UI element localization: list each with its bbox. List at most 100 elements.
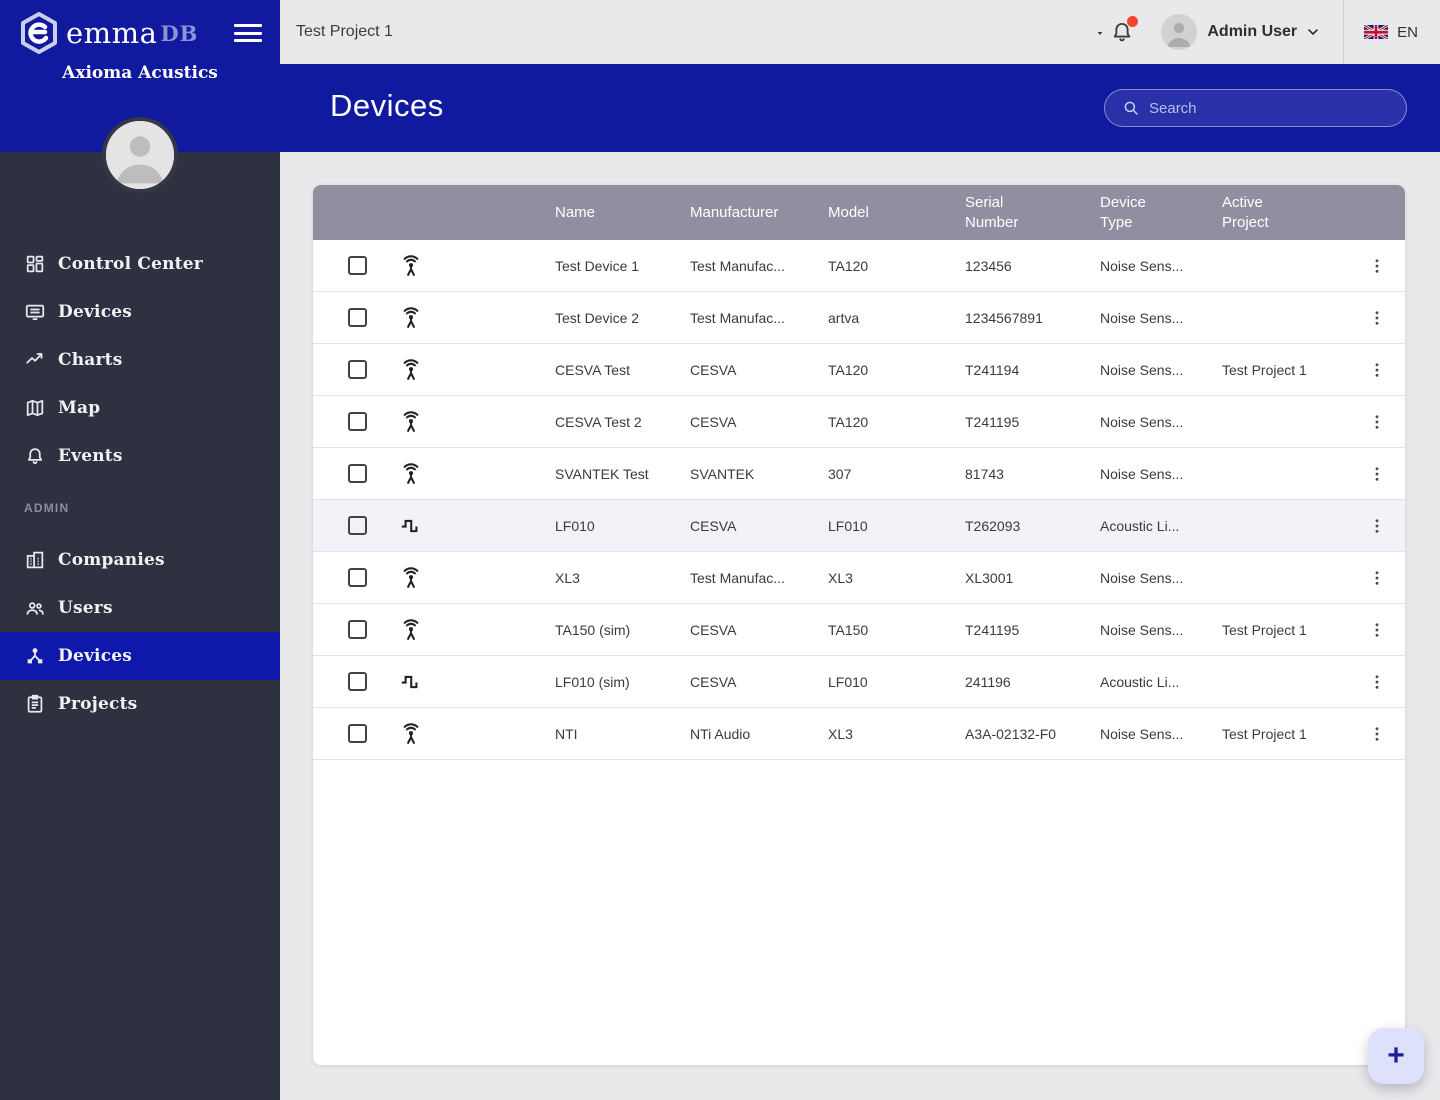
menu-hamburger-icon[interactable] bbox=[234, 22, 262, 44]
project-select[interactable]: Test Project 1 bbox=[280, 0, 1120, 64]
row-checkbox[interactable] bbox=[348, 464, 367, 483]
cell-serial-number: T262093 bbox=[965, 517, 1021, 534]
topbar: Test Project 1 Admin User EN bbox=[280, 0, 1440, 64]
row-checkbox[interactable] bbox=[348, 724, 367, 743]
kebab-icon bbox=[1375, 570, 1379, 585]
row-checkbox[interactable] bbox=[348, 308, 367, 327]
cell-serial-number: T241195 bbox=[965, 621, 1020, 638]
cell-model: TA120 bbox=[828, 361, 869, 378]
cell-model: LF010 bbox=[828, 673, 868, 690]
cell-serial-number: XL3001 bbox=[965, 569, 1014, 586]
kebab-icon bbox=[1375, 466, 1379, 481]
table-row[interactable]: SVANTEK Test SVANTEK 307 81743 Noise Sen… bbox=[313, 448, 1405, 500]
table-row[interactable]: TA150 (sim) CESVA TA150 T241195 Noise Se… bbox=[313, 604, 1405, 656]
kebab-icon bbox=[1375, 674, 1379, 689]
row-checkbox[interactable] bbox=[348, 516, 367, 535]
sidebar-item-companies[interactable]: Companies bbox=[0, 536, 280, 584]
notifications-button[interactable] bbox=[1109, 16, 1139, 45]
cell-device-type: Noise Sens... bbox=[1100, 725, 1184, 742]
cell-device-name: XL3 bbox=[555, 569, 580, 586]
cell-device-name: LF010 (sim) bbox=[555, 673, 630, 690]
cell-device-type: Noise Sens... bbox=[1100, 413, 1184, 430]
sidebar-avatar[interactable] bbox=[102, 117, 178, 193]
noise-sensor-icon bbox=[398, 461, 424, 487]
devices-table: Name Manufacturer Model Serial Number De… bbox=[313, 185, 1405, 1065]
sidebar-item-admin-devices[interactable]: Devices bbox=[0, 632, 280, 680]
row-menu-button[interactable] bbox=[1349, 465, 1405, 483]
caret-down-icon bbox=[1094, 26, 1106, 38]
cell-serial-number: T241195 bbox=[965, 413, 1020, 430]
sidebar-item-events[interactable]: Events bbox=[0, 432, 280, 480]
noise-sensor-icon bbox=[398, 253, 424, 279]
kebab-icon bbox=[1375, 622, 1379, 637]
cell-active-project: Test Project 1 bbox=[1222, 621, 1307, 638]
table-row[interactable]: CESVA Test CESVA TA120 T241194 Noise Sen… bbox=[313, 344, 1405, 396]
row-menu-button[interactable] bbox=[1349, 569, 1405, 587]
table-header-row: Name Manufacturer Model Serial Number De… bbox=[313, 185, 1405, 240]
sidebar-item-projects[interactable]: Projects bbox=[0, 680, 280, 728]
table-row[interactable]: LF010 (sim) CESVA LF010 241196 Acoustic … bbox=[313, 656, 1405, 708]
table-row[interactable]: LF010 CESVA LF010 T262093 Acoustic Li... bbox=[313, 500, 1405, 552]
cell-device-type: Noise Sens... bbox=[1100, 465, 1184, 482]
cell-serial-number: 1234567891 bbox=[965, 309, 1043, 326]
table-row[interactable]: Test Device 1 Test Manufac... TA120 1234… bbox=[313, 240, 1405, 292]
row-menu-button[interactable] bbox=[1349, 725, 1405, 743]
row-menu-button[interactable] bbox=[1349, 517, 1405, 535]
admin-section-label: ADMIN bbox=[24, 501, 70, 515]
project-select-value: Test Project 1 bbox=[296, 23, 393, 40]
user-menu[interactable]: Admin User bbox=[1207, 23, 1321, 41]
cell-device-name: Test Device 2 bbox=[555, 309, 640, 326]
add-device-button[interactable]: + bbox=[1368, 1028, 1424, 1084]
noise-sensor-icon bbox=[398, 305, 424, 331]
cell-device-name: CESVA Test 2 bbox=[555, 413, 642, 430]
language-switch[interactable]: EN bbox=[1364, 24, 1418, 41]
row-menu-button[interactable] bbox=[1349, 257, 1405, 275]
kebab-icon bbox=[1375, 258, 1379, 273]
sidebar-item-map[interactable]: Map bbox=[0, 384, 280, 432]
cell-device-type: Noise Sens... bbox=[1100, 309, 1184, 326]
sidebar-nav: Control Center Devices Charts Map Events… bbox=[0, 240, 280, 728]
cell-manufacturer: CESVA bbox=[690, 673, 737, 690]
logo-text: emma bbox=[66, 16, 158, 50]
sidebar-item-charts[interactable]: Charts bbox=[0, 336, 280, 384]
table-row[interactable]: CESVA Test 2 CESVA TA120 T241195 Noise S… bbox=[313, 396, 1405, 448]
cell-manufacturer: CESVA bbox=[690, 413, 737, 430]
sidebar-item-users[interactable]: Users bbox=[0, 584, 280, 632]
row-menu-button[interactable] bbox=[1349, 361, 1405, 379]
row-checkbox[interactable] bbox=[348, 672, 367, 691]
cell-device-name: Test Device 1 bbox=[555, 257, 640, 274]
row-checkbox[interactable] bbox=[348, 412, 367, 431]
user-avatar[interactable] bbox=[1161, 14, 1198, 50]
column-header-serial-number: Serial Number bbox=[965, 193, 1019, 231]
row-checkbox[interactable] bbox=[348, 568, 367, 587]
table-row[interactable]: XL3 Test Manufac... XL3 XL3001 Noise Sen… bbox=[313, 552, 1405, 604]
table-row[interactable]: Test Device 2 Test Manufac... artva 1234… bbox=[313, 292, 1405, 344]
emmadb-logo-icon bbox=[20, 12, 58, 54]
cell-active-project: Test Project 1 bbox=[1222, 725, 1307, 742]
cell-device-type: Noise Sens... bbox=[1100, 361, 1184, 378]
noise-sensor-icon bbox=[398, 357, 424, 383]
row-checkbox[interactable] bbox=[348, 620, 367, 639]
search-input[interactable] bbox=[1149, 99, 1394, 117]
acoustic-limiter-icon bbox=[398, 669, 424, 695]
column-header-model: Model bbox=[828, 203, 869, 221]
row-menu-button[interactable] bbox=[1349, 413, 1405, 431]
cell-model: TA120 bbox=[828, 413, 869, 430]
table-row[interactable]: NTI NTi Audio XL3 A3A-02132-F0 Noise Sen… bbox=[313, 708, 1405, 760]
row-checkbox[interactable] bbox=[348, 360, 367, 379]
sidebar-item-control-center[interactable]: Control Center bbox=[0, 240, 280, 288]
building-icon bbox=[24, 549, 46, 571]
kebab-icon bbox=[1375, 362, 1379, 377]
sidebar: emma DB Axioma Acustics Control Center D… bbox=[0, 0, 280, 1100]
row-menu-button[interactable] bbox=[1349, 309, 1405, 327]
notification-badge bbox=[1127, 16, 1139, 27]
sidebar-item-devices[interactable]: Devices bbox=[0, 288, 280, 336]
kebab-icon bbox=[1375, 518, 1379, 533]
noise-sensor-icon bbox=[398, 565, 424, 591]
row-checkbox[interactable] bbox=[348, 256, 367, 275]
cell-active-project: Test Project 1 bbox=[1222, 361, 1307, 378]
cell-model: XL3 bbox=[828, 569, 853, 586]
row-menu-button[interactable] bbox=[1349, 673, 1405, 691]
hub-icon bbox=[24, 645, 46, 667]
row-menu-button[interactable] bbox=[1349, 621, 1405, 639]
